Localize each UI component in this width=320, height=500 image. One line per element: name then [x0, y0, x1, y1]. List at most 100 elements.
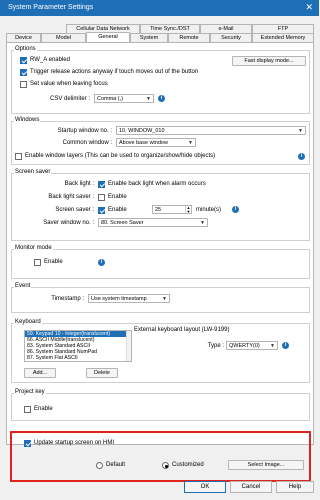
startup-window-select[interactable]: 10. WINDOW_010 ▼	[116, 126, 306, 135]
keyboard-delete-button[interactable]: Delete	[86, 368, 118, 378]
saver-window-select[interactable]: 80. Screen Saver ▼	[98, 218, 208, 227]
rw-a-enabled-checkbox[interactable]	[20, 57, 27, 64]
update-startup-screen-checkbox[interactable]	[24, 440, 31, 447]
tab-device[interactable]: Device	[6, 33, 41, 42]
tab-extended-memory[interactable]: Extended Memory	[252, 33, 314, 42]
window-layers-label: Enable window layers (This can be used t…	[25, 153, 216, 159]
back-light-saver-label: Back light saver :	[48, 194, 94, 200]
tab-model[interactable]: Model	[41, 33, 86, 42]
event-title: Event	[14, 283, 32, 289]
tab-email[interactable]: e-Mail	[200, 24, 252, 33]
keyboard-group: Keyboard 59. Keypad 10 - Integer(translu…	[11, 319, 310, 383]
common-window-value: Above base window	[119, 140, 168, 146]
monitor-mode-enable-label: Enable	[44, 259, 63, 265]
tab-system[interactable]: System	[130, 33, 168, 42]
window-layers-checkbox[interactable]	[15, 153, 22, 160]
back-light-saver-checkbox[interactable]	[98, 194, 105, 201]
keyboard-type-label: Type :	[207, 343, 224, 349]
customized-radio-label: Customized	[172, 462, 204, 468]
saver-window-value: 80. Screen Saver	[101, 220, 144, 226]
spinner-arrows-icon[interactable]: ▲ ▼	[185, 206, 191, 213]
help-button[interactable]: Help	[276, 481, 314, 493]
set-value-checkbox[interactable]	[20, 81, 27, 88]
chevron-down-icon: ▼	[188, 140, 193, 146]
trigger-release-label: Trigger release actions anyway if touch …	[30, 69, 199, 75]
info-icon[interactable]: i	[232, 206, 239, 213]
general-tab-panel: Options RW_A enabled Fast display mode..…	[6, 42, 314, 482]
chevron-down-icon: ▼	[270, 343, 275, 349]
screen-saver-checkbox[interactable]	[98, 207, 105, 214]
tab-remote[interactable]: Remote	[168, 33, 210, 42]
rw-a-enabled-label: RW_A enabled	[30, 57, 70, 63]
title-bar: System Parameter Settings ✕	[0, 0, 319, 16]
back-light-checkbox[interactable]	[98, 181, 105, 188]
external-keyboard-layout-label: External keyboard layout (LW-9199)	[134, 327, 230, 333]
chevron-down-icon: ▼	[298, 128, 303, 134]
project-key-group: Project key Enable	[11, 389, 310, 421]
keyboard-list-scrollbar[interactable]	[126, 331, 131, 361]
tab-security[interactable]: Security	[210, 33, 252, 42]
keyboard-type-select[interactable]: QWERTY(0) ▼	[226, 341, 278, 350]
customized-radio[interactable]	[162, 462, 169, 469]
project-key-enable-checkbox[interactable]	[24, 406, 31, 413]
screen-saver-option: Enable	[108, 207, 127, 213]
windows-title: Windows	[14, 117, 41, 123]
csv-delimiter-select[interactable]: Comma (,) ▼	[94, 94, 154, 103]
project-key-title: Project key	[14, 389, 46, 395]
keyboard-list-item[interactable]: 87. System Flat ASCII	[25, 355, 131, 361]
startup-screen-highlight: Update startup screen on HMI Default Cus…	[10, 431, 311, 482]
info-icon[interactable]: i	[298, 153, 305, 160]
startup-window-label: Startup window no. :	[57, 128, 112, 134]
set-value-label: Set value when leaving focus	[30, 81, 108, 87]
chevron-down-icon: ▼	[200, 220, 205, 226]
saver-window-label: Saver window no. :	[43, 220, 94, 226]
default-radio-label: Default	[106, 462, 126, 468]
info-icon[interactable]: i	[158, 95, 165, 102]
common-window-label: Common window :	[62, 140, 112, 146]
common-window-select[interactable]: Above base window ▼	[116, 138, 196, 147]
minutes-unit-label: minute(s)	[196, 207, 222, 213]
options-title: Options	[14, 46, 37, 52]
monitor-mode-enable-checkbox[interactable]	[34, 259, 41, 266]
screen-saver-label: Screen saver :	[55, 207, 94, 213]
fast-display-mode-button[interactable]: Fast display mode...	[232, 56, 306, 66]
back-light-option: Enable back light when alarm occurs	[108, 181, 206, 187]
tab-ftp[interactable]: FTP	[252, 24, 314, 33]
screen-saver-minutes-value: 25	[155, 207, 162, 213]
keyboard-title: Keyboard	[14, 319, 42, 325]
info-icon[interactable]: i	[282, 342, 289, 349]
trigger-release-checkbox[interactable]	[20, 69, 27, 76]
window-title: System Parameter Settings	[8, 4, 94, 11]
screen-saver-group: Screen saver Back light : Enable back li…	[11, 169, 310, 241]
back-light-label: Back light :	[64, 181, 94, 187]
ok-button[interactable]: OK	[184, 481, 226, 493]
project-key-enable-label: Enable	[34, 406, 53, 412]
chevron-down-icon: ▼	[162, 296, 167, 302]
startup-window-value: 10. WINDOW_010	[119, 128, 165, 134]
keyboard-add-button[interactable]: Add...	[24, 368, 56, 378]
options-group: Options RW_A enabled Fast display mode..…	[11, 46, 310, 114]
monitor-mode-group: Monitor mode Enable i	[11, 245, 310, 279]
csv-delimiter-label: CSV delimiter :	[49, 96, 90, 102]
back-light-saver-option: Enable	[108, 194, 127, 200]
timestamp-select[interactable]: Use system timestamp ▼	[88, 294, 170, 303]
chevron-down-icon: ▼	[146, 96, 151, 102]
screen-saver-minutes-stepper[interactable]: 25 ▲ ▼	[152, 205, 192, 214]
windows-group: Windows Startup window no. : 10. WINDOW_…	[11, 117, 310, 165]
select-image-button[interactable]: Select Image...	[228, 460, 304, 470]
keyboard-list[interactable]: 59. Keypad 10 - Integer(translucent) 66.…	[24, 330, 132, 362]
close-icon[interactable]: ✕	[305, 2, 313, 13]
tab-general[interactable]: General	[86, 32, 130, 42]
update-startup-screen-label: Update startup screen on HMI	[34, 440, 115, 446]
monitor-mode-title: Monitor mode	[14, 245, 53, 251]
timestamp-label: Timestamp :	[51, 296, 84, 302]
keyboard-type-value: QWERTY(0)	[229, 343, 260, 349]
default-radio[interactable]	[96, 462, 103, 469]
timestamp-value: Use system timestamp	[91, 296, 147, 302]
event-group: Event Timestamp : Use system timestamp ▼	[11, 283, 310, 313]
tab-time-sync-dst[interactable]: Time Sync./DST	[140, 24, 200, 33]
info-icon[interactable]: i	[98, 259, 105, 266]
csv-delimiter-value: Comma (,)	[97, 96, 123, 102]
cancel-button[interactable]: Cancel	[230, 481, 272, 493]
screen-saver-title: Screen saver	[14, 169, 52, 175]
